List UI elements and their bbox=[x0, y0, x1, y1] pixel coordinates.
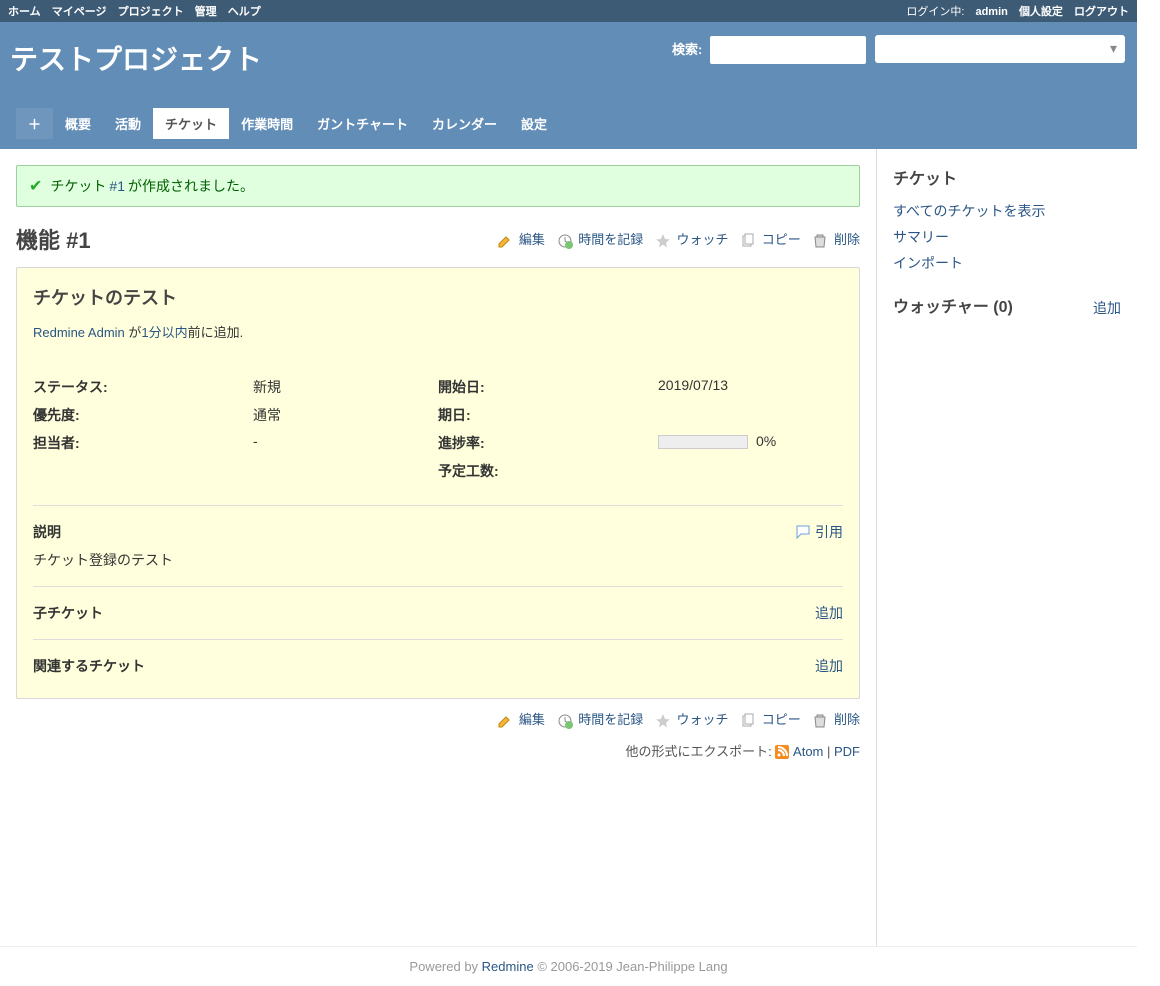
due-date-label: 期日: bbox=[438, 405, 658, 425]
delete-button-bottom[interactable]: 削除 bbox=[812, 712, 860, 727]
subtasks-heading: 子チケット bbox=[33, 603, 103, 623]
star-icon bbox=[655, 233, 671, 249]
author-link[interactable]: Redmine Admin bbox=[33, 325, 125, 340]
edit-button[interactable]: 編集 bbox=[497, 232, 548, 247]
assignee-label: 担当者: bbox=[33, 433, 253, 453]
search-input[interactable] bbox=[710, 36, 866, 64]
pencil-icon bbox=[497, 713, 513, 729]
estimated-hours-label: 予定工数: bbox=[438, 461, 658, 481]
copy-icon bbox=[740, 233, 756, 249]
sidebar-watchers-title: ウォッチャー (0) bbox=[893, 293, 1013, 317]
start-date-label: 開始日: bbox=[438, 377, 658, 397]
issue-subject: チケットのテスト bbox=[33, 284, 843, 310]
content: ✔ チケット #1 が作成されました。 機能 #1 編集 時間を記録 bbox=[0, 149, 877, 946]
delete-button[interactable]: 削除 bbox=[812, 232, 860, 247]
footer: Powered by Redmine © 2006-2019 Jean-Phil… bbox=[0, 946, 1137, 986]
export-pdf-link[interactable]: PDF bbox=[834, 744, 860, 759]
flash-notice: ✔ チケット #1 が作成されました。 bbox=[16, 165, 860, 207]
top-menu-right: ログイン中: admin 個人設定 ログアウト bbox=[906, 3, 1129, 19]
flash-issue-link[interactable]: #1 bbox=[109, 178, 125, 194]
tab-gantt[interactable]: ガントチャート bbox=[305, 108, 420, 139]
trash-icon bbox=[812, 233, 828, 249]
nav-logout[interactable]: ログアウト bbox=[1074, 6, 1129, 18]
start-date-value: 2019/07/13 bbox=[658, 377, 728, 397]
issue-actions-bottom: 編集 時間を記録 ウォッチ コピー bbox=[489, 709, 860, 729]
clock-icon bbox=[557, 713, 573, 729]
sidebar-link-all-issues[interactable]: すべてのチケットを表示 bbox=[893, 201, 1121, 221]
add-subtask-button[interactable]: 追加 bbox=[815, 603, 843, 623]
top-menu: ホーム マイページ プロジェクト 管理 ヘルプ ログイン中: admin 個人設… bbox=[0, 0, 1137, 22]
feed-icon bbox=[775, 745, 789, 759]
main-menu: ＋ 概要 活動 チケット 作業時間 ガントチャート カレンダー 設定 bbox=[10, 108, 1127, 139]
star-icon bbox=[655, 713, 671, 729]
done-ratio-value: 0% bbox=[658, 433, 776, 453]
add-relation-button[interactable]: 追加 bbox=[815, 656, 843, 676]
quote-button[interactable]: 引用 bbox=[795, 522, 843, 542]
tab-time-entries[interactable]: 作業時間 bbox=[229, 108, 305, 139]
sidebar: チケット すべてのチケットを表示 サマリー インポート ウォッチャー (0) 追… bbox=[877, 149, 1137, 946]
flash-suffix: が作成されました。 bbox=[128, 176, 254, 196]
flash-prefix: チケット bbox=[50, 176, 106, 196]
priority-label: 優先度: bbox=[33, 405, 253, 425]
tab-overview[interactable]: 概要 bbox=[53, 108, 103, 139]
done-ratio-label: 進捗率: bbox=[438, 433, 658, 453]
nav-home[interactable]: ホーム bbox=[8, 6, 41, 18]
status-label: ステータス: bbox=[33, 377, 253, 397]
issue-author-line: Redmine Admin が1分以内前に追加. bbox=[33, 322, 843, 341]
log-time-button-bottom[interactable]: 時間を記録 bbox=[557, 712, 647, 727]
quick-search: 検索: テストプロジェクト bbox=[672, 35, 1125, 64]
issue-heading: 機能 #1 bbox=[16, 223, 91, 255]
nav-help[interactable]: ヘルプ bbox=[228, 6, 261, 18]
export-formats: 他の形式にエクスポート: Atom | PDF bbox=[16, 741, 860, 760]
tab-new-object[interactable]: ＋ bbox=[16, 108, 53, 139]
header: 検索: テストプロジェクト テストプロジェクト ＋ 概要 活動 チケット 作業時… bbox=[0, 22, 1137, 149]
log-time-button[interactable]: 時間を記録 bbox=[557, 232, 647, 247]
copy-button[interactable]: コピー bbox=[740, 232, 804, 247]
nav-admin[interactable]: 管理 bbox=[195, 6, 217, 18]
nav-myaccount[interactable]: 個人設定 bbox=[1019, 6, 1063, 18]
sidebar-link-import[interactable]: インポート bbox=[893, 253, 1121, 273]
add-watcher-button[interactable]: 追加 bbox=[1093, 298, 1121, 318]
nav-mypage[interactable]: マイページ bbox=[52, 6, 107, 18]
description-text: チケット登録のテスト bbox=[33, 550, 843, 570]
nav-projects[interactable]: プロジェクト bbox=[118, 6, 184, 18]
relations-heading: 関連するチケット bbox=[33, 656, 145, 676]
watch-button[interactable]: ウォッチ bbox=[655, 232, 732, 247]
trash-icon bbox=[812, 713, 828, 729]
login-user-link[interactable]: admin bbox=[975, 6, 1007, 18]
issue-attributes: ステータス:新規 優先度:通常 担当者:- 開始日:2019/07/13 期日:… bbox=[33, 377, 843, 489]
copy-button-bottom[interactable]: コピー bbox=[740, 712, 804, 727]
tab-calendar[interactable]: カレンダー bbox=[420, 108, 509, 139]
priority-value: 通常 bbox=[253, 405, 281, 425]
progress-bar bbox=[658, 435, 748, 449]
sidebar-link-summary[interactable]: サマリー bbox=[893, 227, 1121, 247]
issue-actions-top: 編集 時間を記録 ウォッチ コピー bbox=[489, 229, 860, 249]
edit-button-bottom[interactable]: 編集 bbox=[497, 712, 548, 727]
copy-icon bbox=[740, 713, 756, 729]
description-heading: 説明 bbox=[33, 522, 61, 542]
comment-icon bbox=[795, 524, 811, 540]
export-atom-link[interactable]: Atom bbox=[775, 744, 827, 759]
check-icon: ✔ bbox=[29, 176, 42, 196]
search-label: 検索: bbox=[672, 42, 702, 57]
pencil-icon bbox=[497, 233, 513, 249]
tab-issues[interactable]: チケット bbox=[153, 108, 229, 139]
assignee-value: - bbox=[253, 433, 258, 453]
tab-activity[interactable]: 活動 bbox=[103, 108, 153, 139]
footer-redmine-link[interactable]: Redmine bbox=[482, 959, 534, 974]
clock-icon bbox=[557, 233, 573, 249]
watch-button-bottom[interactable]: ウォッチ bbox=[655, 712, 732, 727]
sidebar-issues-title: チケット bbox=[893, 165, 1121, 189]
top-menu-left: ホーム マイページ プロジェクト 管理 ヘルプ bbox=[8, 3, 269, 19]
status-value: 新規 bbox=[253, 377, 281, 397]
created-when-link[interactable]: 1分以内 bbox=[141, 325, 187, 340]
login-label: ログイン中: bbox=[906, 6, 964, 18]
issue-details: チケットのテスト Redmine Admin が1分以内前に追加. ステータス:… bbox=[16, 267, 860, 699]
project-jump-select[interactable]: テストプロジェクト bbox=[875, 35, 1125, 63]
tab-settings[interactable]: 設定 bbox=[509, 108, 559, 139]
